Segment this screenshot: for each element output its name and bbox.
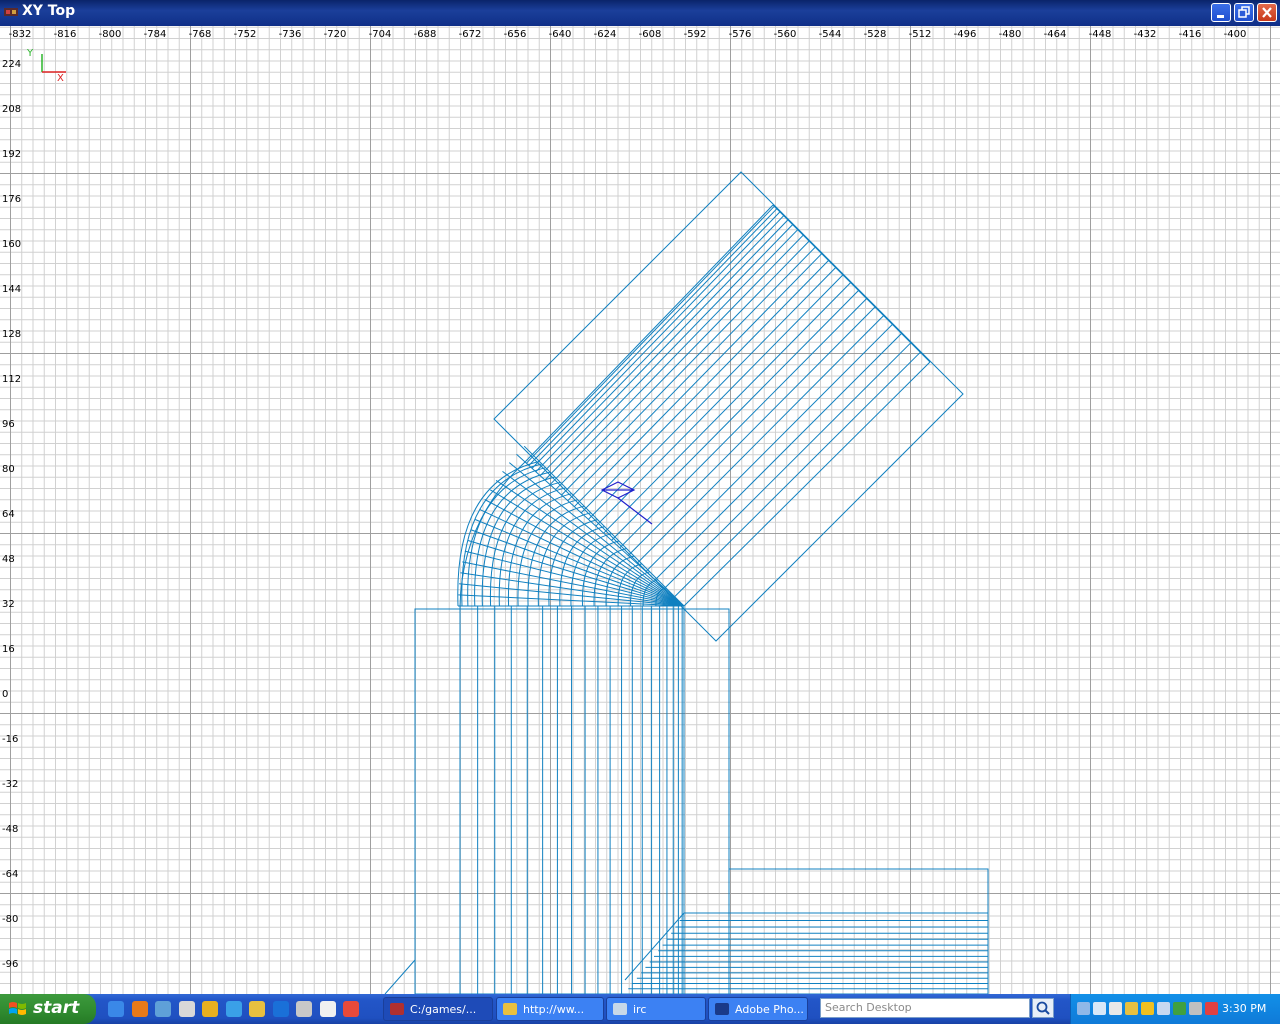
taskbar-button[interactable]: http://ww... bbox=[496, 997, 604, 1021]
taskbar-button-label: C:/games/... bbox=[410, 1003, 477, 1016]
taskbar-button-label: irc bbox=[633, 1003, 647, 1016]
network-icon[interactable] bbox=[178, 1001, 195, 1017]
tray-arrow-icon[interactable] bbox=[1077, 1002, 1090, 1015]
tray-update-icon[interactable] bbox=[1173, 1002, 1186, 1015]
minimize-button[interactable] bbox=[1211, 3, 1231, 22]
clock[interactable]: 3:30 PM bbox=[1222, 1002, 1266, 1015]
search-desktop-input[interactable]: Search Desktop bbox=[820, 998, 1030, 1018]
radiant-icon bbox=[390, 1003, 404, 1015]
chrome-icon[interactable] bbox=[343, 1001, 359, 1017]
windows-logo-icon bbox=[9, 1002, 26, 1015]
tray-pencil-icon[interactable] bbox=[1125, 1002, 1138, 1015]
photoshop-icon bbox=[715, 1003, 729, 1015]
tray-mail-icon[interactable] bbox=[1205, 1002, 1218, 1015]
winamp-icon[interactable] bbox=[202, 1001, 218, 1017]
restore-button[interactable] bbox=[1234, 3, 1254, 22]
restore-icon bbox=[1238, 6, 1250, 18]
document-icon[interactable] bbox=[319, 1001, 336, 1017]
ie-alt-icon[interactable] bbox=[272, 1001, 289, 1017]
start-button[interactable]: start bbox=[0, 994, 96, 1024]
close-icon bbox=[1262, 7, 1272, 18]
start-label: start bbox=[33, 998, 80, 1018]
taskbar-button[interactable]: irc bbox=[606, 997, 706, 1021]
tray-speaker-icon[interactable] bbox=[1109, 1002, 1122, 1015]
irc-icon bbox=[613, 1003, 627, 1015]
radiant-app-icon bbox=[4, 8, 18, 16]
tray-monitor-icon[interactable] bbox=[1157, 1002, 1170, 1015]
taskbar-button[interactable]: C:/games/... bbox=[383, 997, 493, 1021]
tray-security-icon[interactable] bbox=[1189, 1002, 1202, 1015]
trillian-icon[interactable] bbox=[296, 1001, 312, 1017]
taskbar-button[interactable]: Adobe Pho... bbox=[708, 997, 808, 1021]
taskbar: start C:/games/... http://ww... irc Adobe P… bbox=[0, 994, 1280, 1024]
taskbar-button-label: http://ww... bbox=[523, 1003, 585, 1016]
firefox-icon[interactable] bbox=[131, 1001, 148, 1017]
tray-messenger-icon[interactable] bbox=[1141, 1002, 1154, 1015]
chrome-icon bbox=[503, 1003, 517, 1015]
magnifier-icon bbox=[1036, 1001, 1050, 1015]
minimize-icon bbox=[1217, 15, 1224, 18]
camera-icon[interactable] bbox=[600, 481, 653, 525]
window-title: XY Top bbox=[22, 3, 76, 19]
xy-top-viewport[interactable]: -832 -816 -800 -784 -768 -752 -736 -720 -704 -688… bbox=[0, 26, 1280, 994]
search-button[interactable] bbox=[1032, 998, 1054, 1018]
messenger-icon[interactable] bbox=[155, 1001, 171, 1017]
taskbar-button-label: Adobe Pho... bbox=[735, 1003, 804, 1016]
tray-network-icon[interactable] bbox=[1093, 1002, 1106, 1015]
close-button[interactable] bbox=[1257, 3, 1277, 22]
title-bar[interactable]: XY Top bbox=[0, 0, 1280, 26]
app-icon[interactable] bbox=[225, 1001, 242, 1017]
explorer-icon[interactable] bbox=[249, 1001, 265, 1017]
brush-wireframe[interactable] bbox=[0, 26, 1280, 994]
ie-icon[interactable] bbox=[108, 1001, 124, 1017]
